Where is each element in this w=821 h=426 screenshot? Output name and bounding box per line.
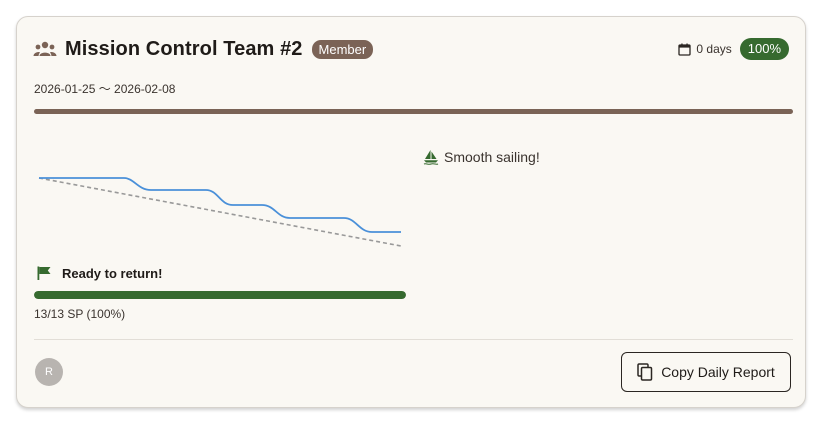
- status-row: Ready to return!: [36, 265, 162, 281]
- sailing-message: Smooth sailing!: [423, 149, 540, 165]
- footer-divider: [34, 339, 793, 340]
- card-header: Mission Control Team #2 Member: [33, 37, 374, 61]
- story-points-text: 13/13 SP (100%): [34, 307, 126, 321]
- flag-icon: [36, 265, 52, 281]
- group-icon: [33, 40, 57, 58]
- avatar[interactable]: R: [35, 358, 63, 386]
- copy-button-label: Copy Daily Report: [661, 364, 775, 380]
- days-remaining: 0 days: [696, 42, 732, 56]
- progress-bar: [34, 291, 406, 299]
- role-badge: Member: [311, 39, 374, 59]
- status-text: Ready to return!: [62, 265, 163, 281]
- completion-badge: 100%: [739, 38, 789, 60]
- burndown-chart: [38, 177, 402, 247]
- sailing-text: Smooth sailing!: [444, 149, 540, 165]
- accent-bar: [34, 109, 793, 114]
- ideal-line: [38, 177, 402, 247]
- progress-fill: [34, 291, 406, 299]
- team-title: Mission Control Team #2: [65, 37, 303, 60]
- copy-icon: [637, 363, 653, 381]
- sailboat-icon: [423, 149, 439, 165]
- calendar-icon: [678, 43, 692, 56]
- team-card: Mission Control Team #2 Member 0 days 10…: [16, 16, 806, 408]
- copy-daily-report-button[interactable]: Copy Daily Report: [621, 352, 791, 392]
- actual-line: [39, 177, 401, 233]
- header-meta: 0 days 100%: [678, 38, 789, 60]
- sprint-date-range: 2026-01-25 〜 2026-02-08: [34, 82, 176, 96]
